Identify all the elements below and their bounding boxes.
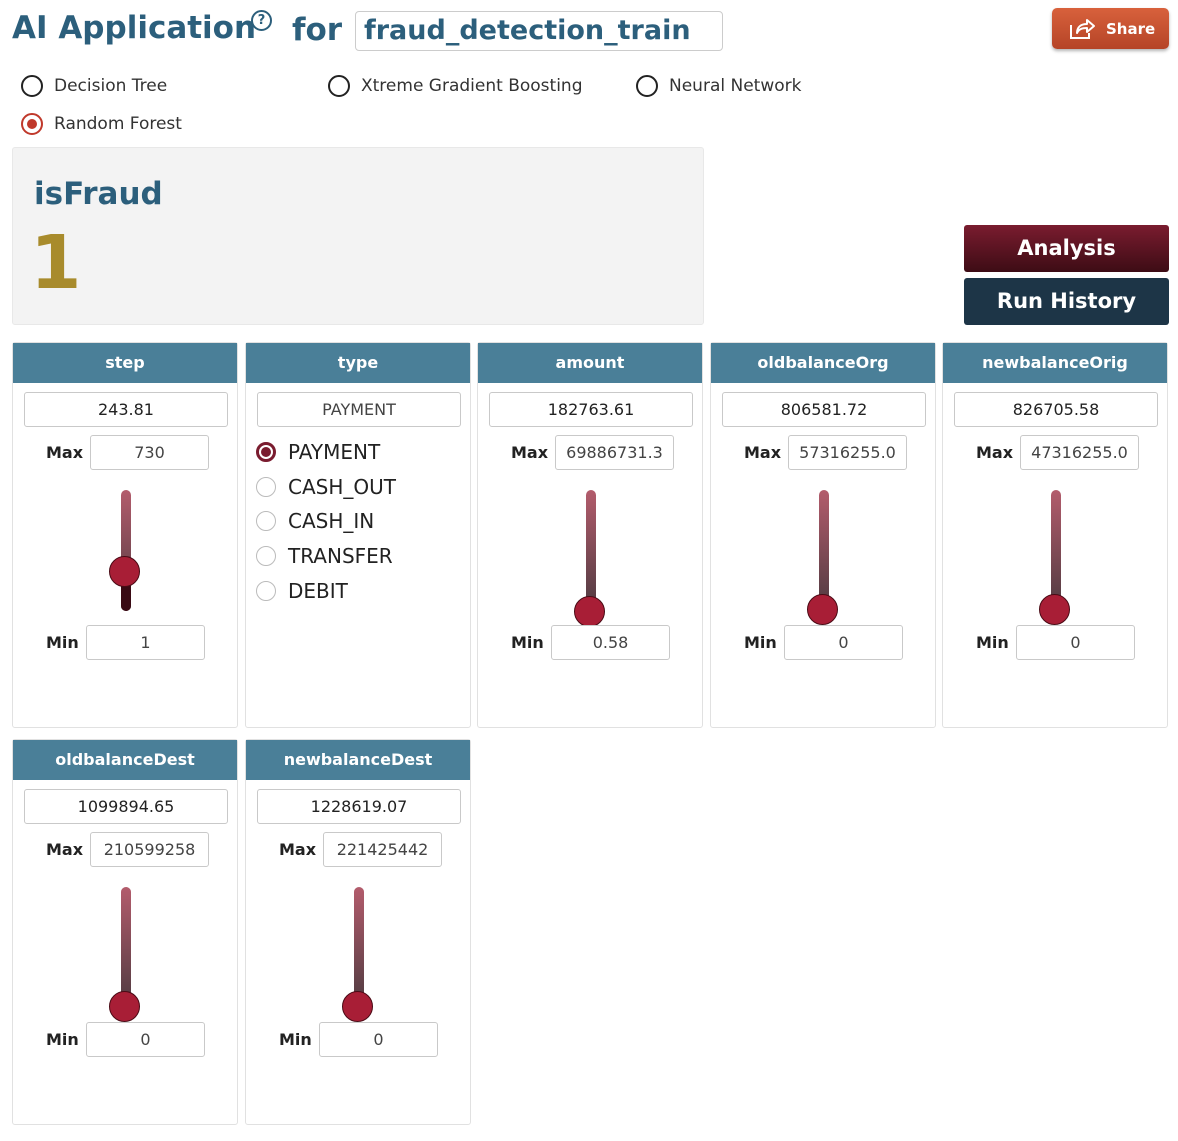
share-button-label: Share [1106, 19, 1156, 38]
feature-card-oldbalanceorg: oldbalanceOrg 806581.72 Max 57316255.0 M… [710, 342, 936, 728]
model-option-xgboost[interactable]: Xtreme Gradient Boosting [328, 75, 582, 97]
prediction-value: 1 [30, 220, 82, 306]
feature-value-input[interactable]: 806581.72 [722, 392, 926, 427]
slider-track[interactable] [1051, 490, 1061, 611]
feature-value-input[interactable]: PAYMENT [257, 392, 461, 427]
model-option-decision-tree[interactable]: Decision Tree [21, 75, 167, 97]
type-option-label: CASH_OUT [288, 475, 396, 499]
max-label: Max [511, 443, 549, 462]
model-option-random-forest[interactable]: Random Forest [21, 113, 182, 135]
slider-thumb[interactable] [109, 556, 140, 587]
help-icon[interactable]: ? [251, 10, 272, 31]
min-input[interactable]: 0 [86, 1022, 205, 1057]
min-label: Min [279, 1030, 312, 1049]
radio-icon [21, 75, 43, 97]
slider-track[interactable] [121, 887, 131, 1008]
share-button[interactable]: Share [1052, 8, 1169, 49]
model-option-label: Neural Network [669, 76, 802, 96]
model-option-neural-network[interactable]: Neural Network [636, 75, 801, 97]
type-option-label: DEBIT [288, 579, 348, 603]
min-label: Min [46, 633, 79, 652]
max-input[interactable]: 730 [90, 435, 209, 470]
feature-value-input[interactable]: 826705.58 [954, 392, 1158, 427]
app-title: AI Application [12, 10, 257, 46]
max-input[interactable]: 221425442 [323, 832, 442, 867]
min-input[interactable]: 0 [319, 1022, 438, 1057]
max-input[interactable]: 57316255.0 [788, 435, 907, 470]
min-input[interactable]: 0 [784, 625, 903, 660]
type-option-label: PAYMENT [288, 440, 381, 464]
slider-thumb[interactable] [1039, 594, 1070, 625]
feature-card-newbalanceorig: newbalanceOrig 826705.58 Max 47316255.0 … [942, 342, 1168, 728]
feature-name: oldbalanceDest [13, 740, 237, 780]
slider-thumb[interactable] [574, 596, 605, 627]
min-label: Min [744, 633, 777, 652]
type-option-label: CASH_IN [288, 509, 375, 533]
max-input[interactable]: 47316255.0 [1020, 435, 1139, 470]
min-label: Min [511, 633, 544, 652]
type-option-debit[interactable]: DEBIT [256, 579, 348, 603]
model-option-label: Decision Tree [54, 76, 168, 96]
max-label: Max [976, 443, 1014, 462]
feature-name: newbalanceOrig [943, 343, 1167, 383]
model-option-label: Xtreme Gradient Boosting [361, 76, 583, 96]
max-input[interactable]: 69886731.3 [555, 435, 674, 470]
feature-name: type [246, 343, 470, 383]
min-input[interactable]: 1 [86, 625, 205, 660]
min-label: Min [46, 1030, 79, 1049]
prediction-target-label: isFraud [34, 176, 163, 212]
slider-track[interactable] [354, 887, 364, 1008]
radio-icon [256, 581, 276, 601]
feature-card-amount: amount 182763.61 Max 69886731.3 Min 0.58 [477, 342, 703, 728]
slider-track[interactable] [819, 490, 829, 611]
max-label: Max [744, 443, 782, 462]
for-label: for [292, 12, 343, 48]
min-label: Min [976, 633, 1009, 652]
model-option-label: Random Forest [54, 114, 182, 134]
radio-icon [256, 546, 276, 566]
type-option-cash-out[interactable]: CASH_OUT [256, 475, 396, 499]
feature-card-step: step 243.81 Max 730 Min 1 [12, 342, 238, 728]
analysis-button[interactable]: Analysis [964, 225, 1169, 272]
slider-track[interactable] [586, 490, 596, 611]
feature-name: oldbalanceOrg [711, 343, 935, 383]
slider-track[interactable] [121, 490, 131, 611]
radio-icon [256, 477, 276, 497]
feature-card-type: type PAYMENT PAYMENT CASH_OUT CASH_IN TR… [245, 342, 471, 728]
feature-card-newbalancedest: newbalanceDest 1228619.07 Max 221425442 … [245, 739, 471, 1125]
radio-selected-icon [21, 113, 43, 135]
min-input[interactable]: 0 [1016, 625, 1135, 660]
slider-thumb[interactable] [807, 594, 838, 625]
slider-thumb[interactable] [109, 991, 140, 1022]
feature-name: newbalanceDest [246, 740, 470, 780]
feature-value-input[interactable]: 243.81 [24, 392, 228, 427]
feature-value-input[interactable]: 182763.61 [489, 392, 693, 427]
type-option-payment[interactable]: PAYMENT [256, 440, 380, 464]
feature-name: step [13, 343, 237, 383]
prediction-panel [12, 147, 704, 325]
type-option-transfer[interactable]: TRANSFER [256, 544, 393, 568]
radio-icon [328, 75, 350, 97]
max-label: Max [46, 840, 84, 859]
feature-value-input[interactable]: 1099894.65 [24, 789, 228, 824]
radio-icon [636, 75, 658, 97]
run-history-button[interactable]: Run History [964, 278, 1169, 325]
type-option-cash-in[interactable]: CASH_IN [256, 509, 374, 533]
feature-name: amount [478, 343, 702, 383]
share-icon [1070, 18, 1095, 39]
feature-card-oldbalancedest: oldbalanceDest 1099894.65 Max 210599258 … [12, 739, 238, 1125]
type-option-label: TRANSFER [288, 544, 393, 568]
radio-selected-icon [256, 442, 276, 462]
min-input[interactable]: 0.58 [551, 625, 670, 660]
max-label: Max [46, 443, 84, 462]
slider-thumb[interactable] [342, 991, 373, 1022]
max-input[interactable]: 210599258 [90, 832, 209, 867]
feature-value-input[interactable]: 1228619.07 [257, 789, 461, 824]
dataset-name-field[interactable]: fraud_detection_train [355, 11, 723, 51]
max-label: Max [279, 840, 317, 859]
radio-icon [256, 511, 276, 531]
